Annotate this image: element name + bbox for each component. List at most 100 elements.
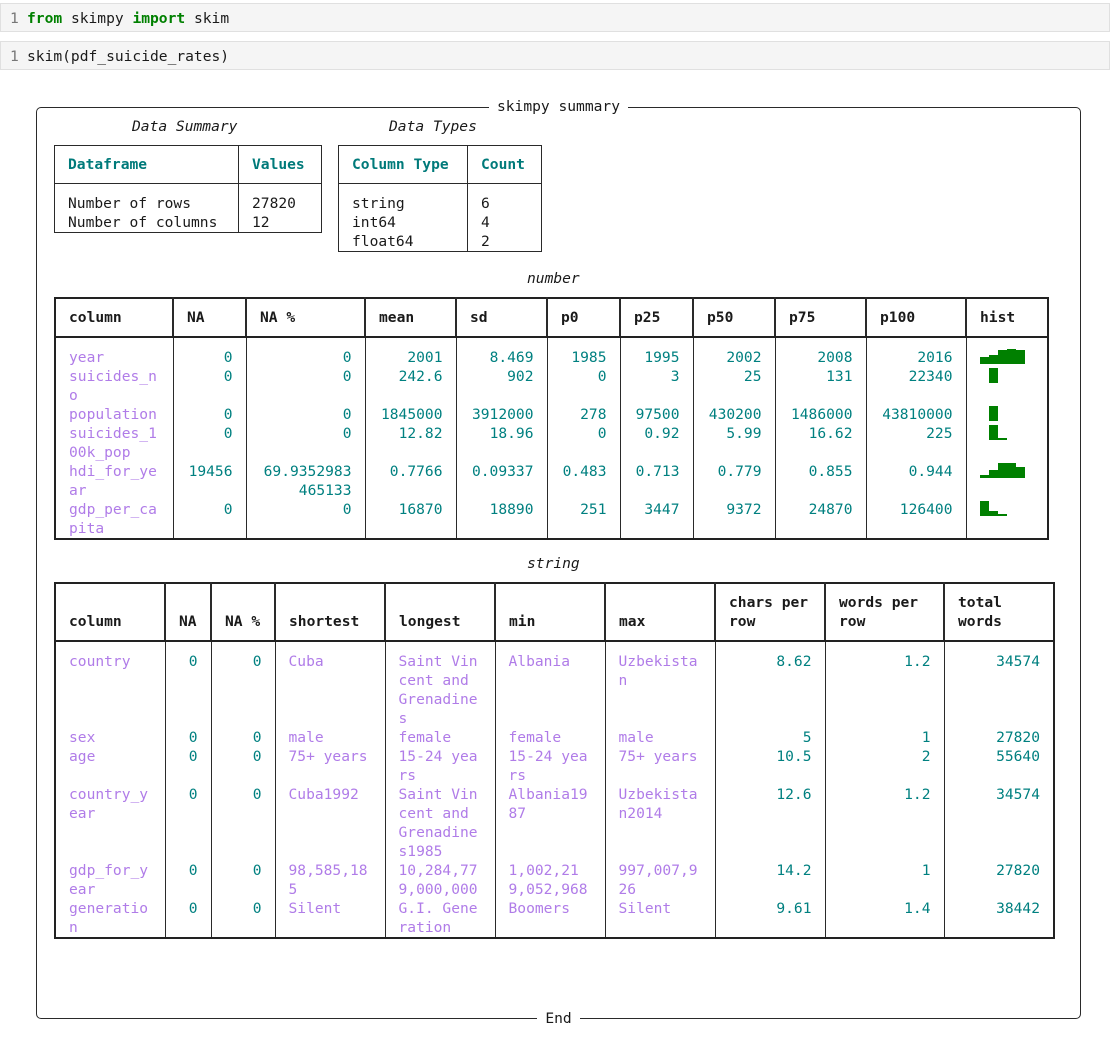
table-row: country 0 0 Cuba Saint Vincent and Grenadine… <box>54 641 1055 728</box>
stat-value: 0 <box>245 367 366 405</box>
stat-value: 1,002,219,052,968 <box>494 861 606 899</box>
stat-value: G.I. Generation <box>384 899 496 939</box>
table-row: Number of columns 12 <box>54 213 322 233</box>
data-summary-table: Dataframe Values Number of rows 27820 Numb… <box>54 145 322 233</box>
stat-value: 0 <box>172 405 247 424</box>
table-row: year 0 0 2001 8.469 1985 1995 2002 2008 2016 <box>54 337 1049 367</box>
histogram-cell <box>965 405 1049 424</box>
stat-value: 9.61 <box>714 899 826 939</box>
stat-value: 0.713 <box>619 462 694 500</box>
header-max: max <box>604 582 716 642</box>
histogram-bar <box>1015 467 1025 478</box>
stat-value: 0 <box>164 785 212 861</box>
stat-value: 0 <box>546 424 621 462</box>
stat-value: 0 <box>210 747 276 785</box>
stat-value: female <box>384 728 496 747</box>
column-name: age <box>54 747 166 785</box>
histogram-bar <box>997 350 1007 364</box>
stat-value: 0.7766 <box>364 462 457 500</box>
summary-title: skimpy summary <box>37 98 1080 116</box>
column-name: country <box>54 641 166 728</box>
stat-value: 2002 <box>692 337 776 367</box>
stat-value: 1.2 <box>824 785 945 861</box>
header-sd: sd <box>455 297 548 338</box>
header-na-: NA % <box>245 297 366 338</box>
table-cell: 12 <box>238 213 322 233</box>
code-cell-2[interactable]: 1 skim(pdf_suicide_rates) <box>0 41 1110 70</box>
stat-value: 0.944 <box>865 462 967 500</box>
stat-value: 34574 <box>943 785 1055 861</box>
histogram-bar <box>1006 463 1016 478</box>
column-name: suicides_no <box>54 367 174 405</box>
column-name: population <box>54 405 174 424</box>
stat-value: 0 <box>172 337 247 367</box>
column-name: year <box>54 337 174 367</box>
histogram-cell <box>965 500 1049 540</box>
histogram <box>980 406 1035 421</box>
table-row: country_year 0 0 Cuba1992 Saint Vincent and … <box>54 785 1055 861</box>
column-name: sex <box>54 728 166 747</box>
stat-value: 34574 <box>943 641 1055 728</box>
stat-value: 2016 <box>865 337 967 367</box>
stat-value: 0 <box>245 424 366 462</box>
code-line[interactable]: from skimpy import skim <box>27 10 229 27</box>
histogram-bar <box>979 501 989 516</box>
header-p25: p25 <box>619 297 694 338</box>
table-row: float64 2 <box>338 232 542 252</box>
stat-value: Cuba <box>274 641 386 728</box>
stat-value: 97500 <box>619 405 694 424</box>
stat-value: 0 <box>172 500 247 540</box>
stat-value: 15-24 years <box>494 747 606 785</box>
histogram <box>979 349 1035 364</box>
code-line[interactable]: skim(pdf_suicide_rates) <box>27 48 229 65</box>
table-cell: float64 <box>338 232 468 252</box>
table-row: age 0 0 75+ years 15-24 years 15-24 years 75+ … <box>54 747 1055 785</box>
header-longest: longest <box>384 582 496 642</box>
number-caption: number <box>527 270 580 287</box>
stat-value: 0 <box>210 728 276 747</box>
stat-value: Albania1987 <box>494 785 606 861</box>
histogram <box>979 463 1035 478</box>
stat-value: 0 <box>210 861 276 899</box>
stat-value: 1.4 <box>824 899 945 939</box>
histogram-bar <box>988 470 998 478</box>
stat-value: 0 <box>245 405 366 424</box>
stat-value: Saint Vincent and Grenadines <box>384 641 496 728</box>
histogram <box>980 368 1035 383</box>
stat-value: 1995 <box>619 337 694 367</box>
keyword-import: import <box>132 10 186 27</box>
stat-value: 9372 <box>692 500 776 540</box>
column-name: country_year <box>54 785 166 861</box>
stat-value: 1486000 <box>774 405 867 424</box>
table-row: gdp_for_year 0 0 98,585,185 10,284,779,000,0… <box>54 861 1055 899</box>
stat-value: Uzbekistan2014 <box>604 785 716 861</box>
header-p0: p0 <box>546 297 621 338</box>
stat-value: 0 <box>210 641 276 728</box>
stat-value: male <box>604 728 716 747</box>
code-cell-1[interactable]: 1 from skimpy import skim <box>0 3 1110 32</box>
histogram-cell <box>965 462 1049 500</box>
stat-value: 25 <box>692 367 776 405</box>
stat-value: 3 <box>619 367 694 405</box>
stat-value: 55640 <box>943 747 1055 785</box>
header-na: NA <box>172 297 247 338</box>
code-text: skim <box>185 10 230 27</box>
stat-value: male <box>274 728 386 747</box>
stat-value: 902 <box>455 367 548 405</box>
stat-value: Silent <box>604 899 716 939</box>
table-cell: string <box>338 183 468 213</box>
table-row: sex 0 0 male female female male 5 1 27820 <box>54 728 1055 747</box>
stat-value: 126400 <box>865 500 967 540</box>
stat-value: 16.62 <box>774 424 867 462</box>
table-cell: 2 <box>467 232 542 252</box>
stat-value: 3447 <box>619 500 694 540</box>
stat-value: 75+ years <box>274 747 386 785</box>
header-column-type: Column Type <box>338 145 468 184</box>
header-count: Count <box>467 145 542 184</box>
stat-value: 0 <box>245 337 366 367</box>
histogram <box>980 425 1035 440</box>
string-caption: string <box>527 555 580 572</box>
stat-value: 8.62 <box>714 641 826 728</box>
table-cell: int64 <box>338 213 468 232</box>
header-na-: NA % <box>210 582 276 642</box>
